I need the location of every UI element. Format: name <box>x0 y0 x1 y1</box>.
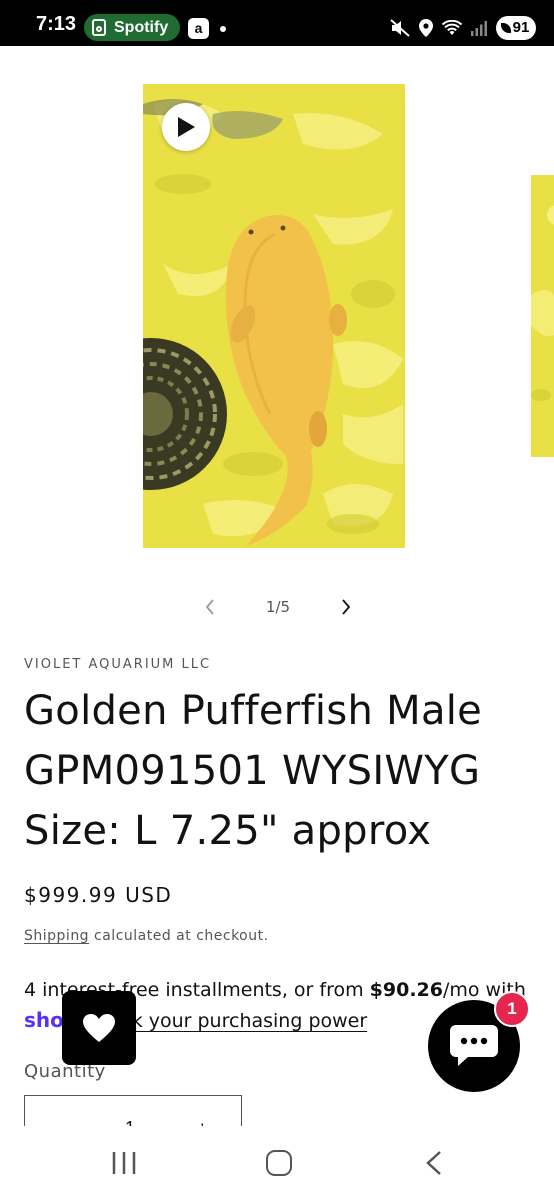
status-time: 7:13 <box>36 13 77 35</box>
product-title: Golden Pufferfish Male GPM091501 WYSIWYG… <box>24 688 483 854</box>
more-notifications-icon <box>220 26 226 32</box>
system-nav-bar <box>0 1126 554 1200</box>
wishlist-button[interactable] <box>62 991 136 1065</box>
product-vendor: VIOLET AQUARIUM LLC <box>24 657 212 672</box>
next-slide-button[interactable] <box>326 590 366 624</box>
chat-icon <box>450 1025 498 1066</box>
status-bar: 7:13 Spotify a 91 <box>0 0 554 46</box>
gallery-slider-controls: 1/5 <box>190 590 366 624</box>
product-media-next-peek[interactable] <box>531 175 554 457</box>
battery-icon: 91 <box>496 15 536 40</box>
fish-video-thumbnail <box>143 84 405 548</box>
product-media-main[interactable] <box>143 84 405 548</box>
recent-apps-icon[interactable] <box>110 1150 138 1176</box>
spotify-indicator[interactable]: Spotify <box>84 14 180 41</box>
chevron-right-icon <box>342 599 351 615</box>
product-price: $999.99 USD <box>24 883 173 907</box>
shipping-text: calculated at checkout. <box>89 928 269 944</box>
mute-icon <box>390 18 410 37</box>
location-icon <box>419 18 433 37</box>
next-media-thumbnail <box>531 175 554 457</box>
back-icon[interactable] <box>424 1150 444 1176</box>
previous-slide-button[interactable] <box>190 590 230 624</box>
slide-counter: 1/5 <box>265 598 291 616</box>
play-video-button[interactable] <box>162 103 210 151</box>
app-notification-icon: a <box>188 18 209 39</box>
installment-amount: $90.26 <box>369 979 443 1001</box>
chat-unread-badge: 1 <box>494 991 530 1027</box>
power-saving-icon <box>500 22 511 33</box>
speaker-icon <box>92 19 106 36</box>
signal-icon <box>471 20 487 36</box>
battery-level: 91 <box>512 19 530 36</box>
spotify-label: Spotify <box>114 18 169 36</box>
chevron-left-icon <box>205 599 214 615</box>
system-icons: 91 <box>390 14 536 41</box>
wifi-icon <box>442 19 462 35</box>
shipping-note: Shipping calculated at checkout. <box>24 928 269 944</box>
shipping-link[interactable]: Shipping <box>24 928 89 944</box>
home-icon[interactable] <box>266 1150 292 1176</box>
play-icon <box>178 117 195 137</box>
heart-icon <box>83 1014 115 1042</box>
